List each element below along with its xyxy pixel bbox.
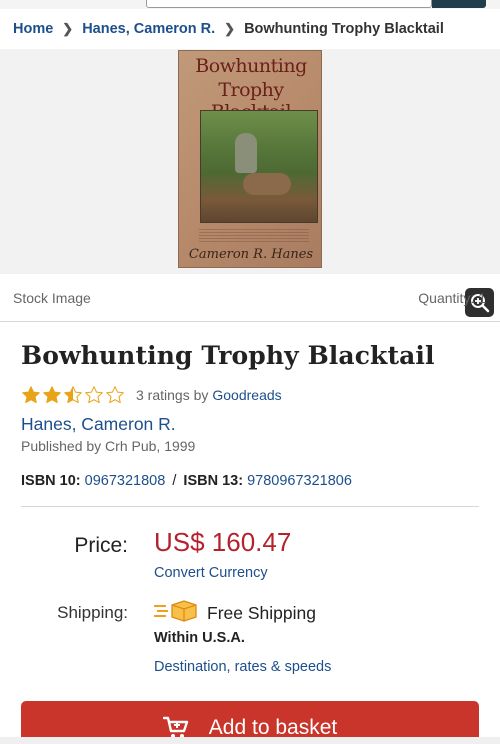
destination-rates-link[interactable]: Destination, rates & speeds: [154, 659, 331, 675]
convert-currency-link[interactable]: Convert Currency: [154, 565, 268, 581]
breadcrumb-home[interactable]: Home: [13, 21, 53, 37]
price-label: Price:: [74, 534, 128, 557]
search-input[interactable]: [146, 0, 432, 8]
bottom-edge: [0, 737, 500, 744]
search-bar-remnant: [0, 0, 500, 9]
author-link[interactable]: Hanes, Cameron R.: [21, 414, 176, 435]
ratings-row: 3 ratings by Goodreads: [21, 385, 282, 405]
cover-blurb-text: [199, 229, 309, 243]
quantity-label: Quantity: 1: [418, 289, 486, 306]
isbn-row: ISBN 10: 0967321808 / ISBN 13: 978096732…: [21, 473, 352, 489]
shipping-label: Shipping:: [57, 603, 128, 622]
isbn10-label: ISBN 10:: [21, 473, 81, 489]
chevron-right-icon: ❯: [62, 21, 74, 36]
star-half-icon: [64, 386, 82, 404]
cover-hunter-figure: [235, 133, 257, 173]
cover-title-line1: Bowhunting: [195, 55, 307, 77]
chevron-right-icon: ❯: [224, 21, 236, 36]
isbn13-label: ISBN 13:: [183, 473, 244, 489]
free-shipping-text: Free Shipping: [207, 603, 316, 623]
star-icon: [43, 386, 61, 404]
shipping-region: Within U.S.A.: [154, 630, 245, 646]
price-value: US$ 160.47: [154, 527, 292, 557]
star-empty-icon: [106, 386, 124, 404]
cover-deer-figure: [243, 173, 291, 195]
breadcrumb-author[interactable]: Hanes, Cameron R.: [82, 21, 215, 37]
stock-image-label: Stock Image: [13, 289, 91, 306]
breadcrumb-current: Bowhunting Trophy Blacktail: [244, 21, 444, 37]
product-image-area: Bowhunting Trophy Blacktail Cameron R. H…: [0, 49, 500, 317]
publisher-info: Published by Crh Pub, 1999: [21, 438, 196, 454]
section-divider: [21, 506, 479, 507]
cover-photo: [200, 110, 318, 223]
star-rating: [21, 385, 126, 405]
isbn10-link[interactable]: 0967321808: [85, 473, 166, 489]
cover-author: Cameron R. Hanes: [188, 247, 314, 262]
book-cover-image[interactable]: Bowhunting Trophy Blacktail Cameron R. H…: [178, 50, 322, 268]
isbn-separator: /: [172, 473, 177, 489]
breadcrumb: Home ❯ Hanes, Cameron R. ❯ Bowhunting Tr…: [0, 9, 500, 49]
star-empty-icon: [85, 386, 103, 404]
shipping-truck-icon: [154, 600, 197, 622]
ratings-count: 3 ratings by: [136, 387, 209, 403]
goodreads-link[interactable]: Goodreads: [212, 387, 281, 403]
isbn13-link[interactable]: 9780967321806: [247, 473, 352, 489]
book-title: Bowhunting Trophy Blacktail: [21, 341, 435, 370]
search-button[interactable]: [432, 0, 486, 8]
star-icon: [22, 386, 40, 404]
stock-info-row: Stock Image Quantity: 1: [0, 274, 500, 322]
